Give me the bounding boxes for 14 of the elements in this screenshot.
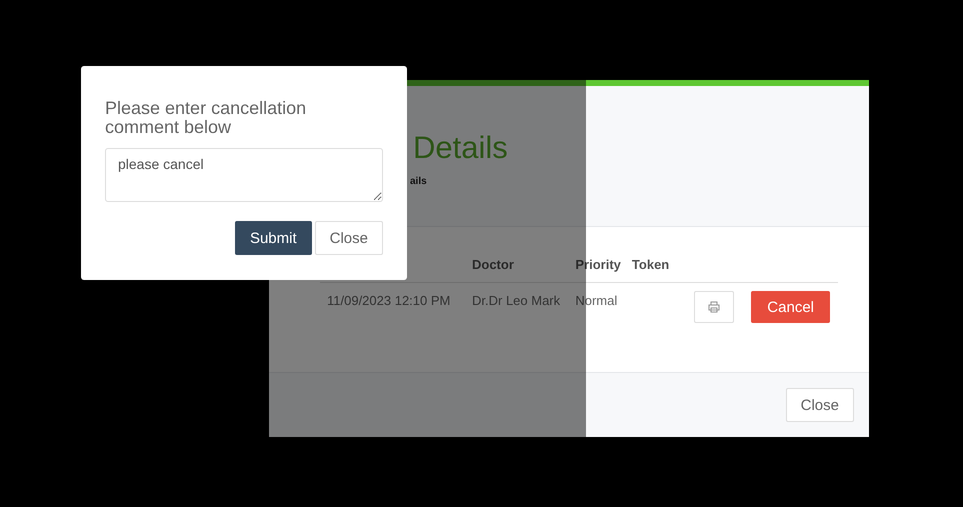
dialog-title: Please enter cancellation comment below [105,99,308,137]
column-header: Token [632,249,680,282]
submit-button[interactable]: Submit [234,221,312,255]
cancel-button[interactable]: Cancel [751,291,830,323]
comment-field[interactable]: please cancel [105,148,383,202]
close-button[interactable]: Close [314,221,383,255]
close-button[interactable]: Close [786,388,854,422]
table-cell: 11/09/2023 12:10 PM [320,282,472,323]
table-cell: Dr.Dr Leo Mark [472,282,576,323]
column-header: Doctor [472,249,576,282]
modal-subtitle: ails [409,176,428,187]
printer-icon [708,301,720,313]
print-button[interactable] [694,291,734,323]
modal-title: Details [412,130,509,166]
